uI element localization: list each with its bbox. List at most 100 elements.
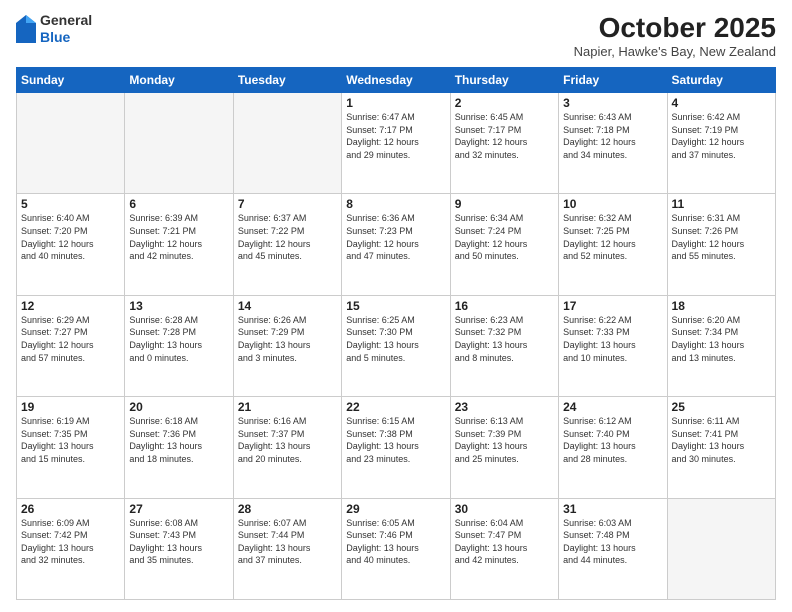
day-number: 31 xyxy=(563,502,662,516)
day-cell xyxy=(17,93,125,194)
day-info: Sunrise: 6:12 AM Sunset: 7:40 PM Dayligh… xyxy=(563,415,662,465)
day-cell: 7Sunrise: 6:37 AM Sunset: 7:22 PM Daylig… xyxy=(233,194,341,295)
day-info: Sunrise: 6:39 AM Sunset: 7:21 PM Dayligh… xyxy=(129,212,228,262)
day-number: 25 xyxy=(672,400,771,414)
day-cell xyxy=(125,93,233,194)
day-number: 17 xyxy=(563,299,662,313)
day-info: Sunrise: 6:29 AM Sunset: 7:27 PM Dayligh… xyxy=(21,314,120,364)
day-cell: 25Sunrise: 6:11 AM Sunset: 7:41 PM Dayli… xyxy=(667,397,775,498)
day-cell: 14Sunrise: 6:26 AM Sunset: 7:29 PM Dayli… xyxy=(233,295,341,396)
day-number: 13 xyxy=(129,299,228,313)
day-number: 11 xyxy=(672,197,771,211)
day-cell: 21Sunrise: 6:16 AM Sunset: 7:37 PM Dayli… xyxy=(233,397,341,498)
day-cell: 27Sunrise: 6:08 AM Sunset: 7:43 PM Dayli… xyxy=(125,498,233,599)
day-cell: 6Sunrise: 6:39 AM Sunset: 7:21 PM Daylig… xyxy=(125,194,233,295)
day-info: Sunrise: 6:11 AM Sunset: 7:41 PM Dayligh… xyxy=(672,415,771,465)
weekday-header-row: SundayMondayTuesdayWednesdayThursdayFrid… xyxy=(17,68,776,93)
week-row-5: 26Sunrise: 6:09 AM Sunset: 7:42 PM Dayli… xyxy=(17,498,776,599)
day-number: 14 xyxy=(238,299,337,313)
title-block: October 2025 Napier, Hawke's Bay, New Ze… xyxy=(574,12,776,59)
day-cell: 13Sunrise: 6:28 AM Sunset: 7:28 PM Dayli… xyxy=(125,295,233,396)
weekday-header-sunday: Sunday xyxy=(17,68,125,93)
day-cell: 23Sunrise: 6:13 AM Sunset: 7:39 PM Dayli… xyxy=(450,397,558,498)
day-number: 3 xyxy=(563,96,662,110)
day-cell xyxy=(233,93,341,194)
day-info: Sunrise: 6:22 AM Sunset: 7:33 PM Dayligh… xyxy=(563,314,662,364)
logo-icon xyxy=(16,15,36,43)
day-number: 9 xyxy=(455,197,554,211)
day-info: Sunrise: 6:32 AM Sunset: 7:25 PM Dayligh… xyxy=(563,212,662,262)
day-number: 20 xyxy=(129,400,228,414)
weekday-header-tuesday: Tuesday xyxy=(233,68,341,93)
day-cell: 2Sunrise: 6:45 AM Sunset: 7:17 PM Daylig… xyxy=(450,93,558,194)
month-year: October 2025 xyxy=(574,12,776,44)
day-cell: 22Sunrise: 6:15 AM Sunset: 7:38 PM Dayli… xyxy=(342,397,450,498)
day-number: 24 xyxy=(563,400,662,414)
day-info: Sunrise: 6:15 AM Sunset: 7:38 PM Dayligh… xyxy=(346,415,445,465)
day-info: Sunrise: 6:23 AM Sunset: 7:32 PM Dayligh… xyxy=(455,314,554,364)
day-info: Sunrise: 6:03 AM Sunset: 7:48 PM Dayligh… xyxy=(563,517,662,567)
day-info: Sunrise: 6:47 AM Sunset: 7:17 PM Dayligh… xyxy=(346,111,445,161)
day-info: Sunrise: 6:09 AM Sunset: 7:42 PM Dayligh… xyxy=(21,517,120,567)
week-row-2: 5Sunrise: 6:40 AM Sunset: 7:20 PM Daylig… xyxy=(17,194,776,295)
day-cell: 31Sunrise: 6:03 AM Sunset: 7:48 PM Dayli… xyxy=(559,498,667,599)
day-info: Sunrise: 6:31 AM Sunset: 7:26 PM Dayligh… xyxy=(672,212,771,262)
day-info: Sunrise: 6:16 AM Sunset: 7:37 PM Dayligh… xyxy=(238,415,337,465)
day-cell: 16Sunrise: 6:23 AM Sunset: 7:32 PM Dayli… xyxy=(450,295,558,396)
day-cell: 15Sunrise: 6:25 AM Sunset: 7:30 PM Dayli… xyxy=(342,295,450,396)
day-number: 18 xyxy=(672,299,771,313)
week-row-3: 12Sunrise: 6:29 AM Sunset: 7:27 PM Dayli… xyxy=(17,295,776,396)
weekday-header-wednesday: Wednesday xyxy=(342,68,450,93)
day-cell: 11Sunrise: 6:31 AM Sunset: 7:26 PM Dayli… xyxy=(667,194,775,295)
day-number: 5 xyxy=(21,197,120,211)
day-number: 7 xyxy=(238,197,337,211)
weekday-header-saturday: Saturday xyxy=(667,68,775,93)
day-cell: 12Sunrise: 6:29 AM Sunset: 7:27 PM Dayli… xyxy=(17,295,125,396)
day-info: Sunrise: 6:07 AM Sunset: 7:44 PM Dayligh… xyxy=(238,517,337,567)
day-number: 15 xyxy=(346,299,445,313)
logo-blue-text: Blue xyxy=(40,29,92,46)
header: General Blue October 2025 Napier, Hawke'… xyxy=(16,12,776,59)
weekday-header-monday: Monday xyxy=(125,68,233,93)
day-number: 8 xyxy=(346,197,445,211)
day-cell xyxy=(667,498,775,599)
page: General Blue October 2025 Napier, Hawke'… xyxy=(0,0,792,612)
day-number: 29 xyxy=(346,502,445,516)
day-cell: 30Sunrise: 6:04 AM Sunset: 7:47 PM Dayli… xyxy=(450,498,558,599)
day-cell: 9Sunrise: 6:34 AM Sunset: 7:24 PM Daylig… xyxy=(450,194,558,295)
logo-general-text: General xyxy=(40,12,92,29)
day-info: Sunrise: 6:36 AM Sunset: 7:23 PM Dayligh… xyxy=(346,212,445,262)
day-info: Sunrise: 6:37 AM Sunset: 7:22 PM Dayligh… xyxy=(238,212,337,262)
day-cell: 28Sunrise: 6:07 AM Sunset: 7:44 PM Dayli… xyxy=(233,498,341,599)
day-info: Sunrise: 6:04 AM Sunset: 7:47 PM Dayligh… xyxy=(455,517,554,567)
week-row-1: 1Sunrise: 6:47 AM Sunset: 7:17 PM Daylig… xyxy=(17,93,776,194)
day-number: 22 xyxy=(346,400,445,414)
day-info: Sunrise: 6:28 AM Sunset: 7:28 PM Dayligh… xyxy=(129,314,228,364)
day-cell: 5Sunrise: 6:40 AM Sunset: 7:20 PM Daylig… xyxy=(17,194,125,295)
day-info: Sunrise: 6:25 AM Sunset: 7:30 PM Dayligh… xyxy=(346,314,445,364)
day-cell: 8Sunrise: 6:36 AM Sunset: 7:23 PM Daylig… xyxy=(342,194,450,295)
location: Napier, Hawke's Bay, New Zealand xyxy=(574,44,776,59)
day-info: Sunrise: 6:40 AM Sunset: 7:20 PM Dayligh… xyxy=(21,212,120,262)
day-number: 26 xyxy=(21,502,120,516)
day-cell: 24Sunrise: 6:12 AM Sunset: 7:40 PM Dayli… xyxy=(559,397,667,498)
day-info: Sunrise: 6:08 AM Sunset: 7:43 PM Dayligh… xyxy=(129,517,228,567)
week-row-4: 19Sunrise: 6:19 AM Sunset: 7:35 PM Dayli… xyxy=(17,397,776,498)
day-number: 6 xyxy=(129,197,228,211)
day-number: 4 xyxy=(672,96,771,110)
day-cell: 18Sunrise: 6:20 AM Sunset: 7:34 PM Dayli… xyxy=(667,295,775,396)
day-number: 1 xyxy=(346,96,445,110)
day-info: Sunrise: 6:45 AM Sunset: 7:17 PM Dayligh… xyxy=(455,111,554,161)
day-cell: 17Sunrise: 6:22 AM Sunset: 7:33 PM Dayli… xyxy=(559,295,667,396)
day-info: Sunrise: 6:42 AM Sunset: 7:19 PM Dayligh… xyxy=(672,111,771,161)
day-cell: 26Sunrise: 6:09 AM Sunset: 7:42 PM Dayli… xyxy=(17,498,125,599)
day-number: 23 xyxy=(455,400,554,414)
day-number: 12 xyxy=(21,299,120,313)
day-number: 21 xyxy=(238,400,337,414)
day-info: Sunrise: 6:26 AM Sunset: 7:29 PM Dayligh… xyxy=(238,314,337,364)
day-number: 19 xyxy=(21,400,120,414)
weekday-header-friday: Friday xyxy=(559,68,667,93)
day-cell: 1Sunrise: 6:47 AM Sunset: 7:17 PM Daylig… xyxy=(342,93,450,194)
day-number: 28 xyxy=(238,502,337,516)
day-cell: 3Sunrise: 6:43 AM Sunset: 7:18 PM Daylig… xyxy=(559,93,667,194)
